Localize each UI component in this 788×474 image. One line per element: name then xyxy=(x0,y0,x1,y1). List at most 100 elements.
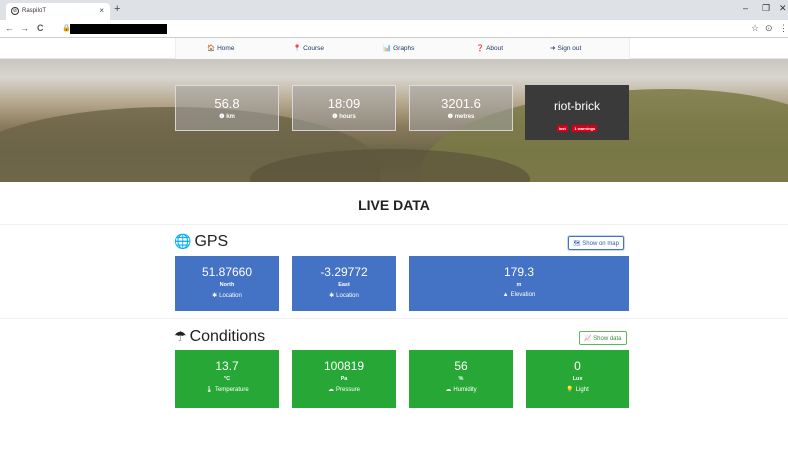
back-icon[interactable]: ← xyxy=(5,23,14,33)
elevation-unit: m xyxy=(516,282,522,288)
longitude-value: -3.29772 xyxy=(320,265,368,279)
nav-about-link[interactable]: ❓ About xyxy=(476,44,503,52)
light-label: 💡 Light xyxy=(566,387,589,393)
warnings-badge: 1 warnings xyxy=(572,125,598,132)
window-close-icon[interactable]: ✕ xyxy=(779,3,787,14)
nav-course-label: Course xyxy=(303,45,325,52)
ascent-stat: 3201.6 ❶ metres xyxy=(409,85,513,131)
show-on-map-label: Show on map xyxy=(582,241,619,247)
question-circle-icon: ❓ xyxy=(476,45,485,52)
duration-value: 18:09 xyxy=(327,96,361,111)
latitude-value: 51.87660 xyxy=(201,265,253,279)
light-value: 0 xyxy=(574,359,581,373)
longitude-card: -3.29772 East ✱ Location xyxy=(292,256,396,311)
navbar-inner: 🏠 Home 📍 Course 📊 Graphs ❓ About ➜ Sign out xyxy=(175,38,630,59)
tab-strip: ⊘ RaspiIoT × + – ❐ ✕ xyxy=(0,0,788,20)
location-icon: ✱ xyxy=(329,293,335,299)
tab-close-icon[interactable]: × xyxy=(99,6,104,15)
url-input[interactable] xyxy=(70,24,167,34)
bar-chart-icon: 📊 xyxy=(383,45,392,52)
browser-menu-icon[interactable]: ⋮ xyxy=(779,23,788,34)
pressure-value: 100819 xyxy=(323,359,365,373)
line-chart-icon: 📈 xyxy=(584,336,592,342)
mountain-icon: ▲ xyxy=(502,292,509,298)
latitude-card: 51.87660 North ✱ Location xyxy=(175,256,279,311)
map-marker-icon: 📍 xyxy=(293,45,302,52)
new-tab-icon[interactable]: + xyxy=(114,3,120,15)
cloud-icon: ☁ xyxy=(327,387,334,393)
distance-value: 56.8 xyxy=(214,96,240,111)
light-card: 0 Lux 💡 Light xyxy=(526,350,629,408)
longitude-unit: East xyxy=(338,282,350,288)
duration-unit: ❶ hours xyxy=(332,114,356,120)
home-icon: 🏠 xyxy=(207,45,216,52)
thermometer-icon: 🌡 xyxy=(205,387,213,393)
show-data-button[interactable]: 📈 Show data xyxy=(579,331,627,345)
browser-tab[interactable]: ⊘ RaspiIoT × xyxy=(6,3,110,20)
site-navbar: 🏠 Home 📍 Course 📊 Graphs ❓ About ➜ Sign out xyxy=(0,38,788,59)
temperature-unit: °C xyxy=(223,376,231,382)
nav-sign-out-link[interactable]: ➜ Sign out xyxy=(550,44,581,52)
latitude-label: ✱ Location xyxy=(212,293,242,299)
distance-unit: ❶ km xyxy=(219,114,235,120)
distance-info-icon: ❶ xyxy=(219,114,225,120)
temperature-label: 🌡 Temperature xyxy=(205,387,249,393)
live-data-title: LIVE DATA xyxy=(358,197,430,213)
lightbulb-icon: 💡 xyxy=(566,387,574,393)
conditions-heading: ☂ Conditions xyxy=(174,328,265,346)
ascent-unit: ❶ metres xyxy=(447,114,475,120)
pressure-unit: Pa xyxy=(340,376,348,382)
longitude-label: ✱ Location xyxy=(329,293,359,299)
gps-heading-label: GPS xyxy=(194,233,229,250)
nav-home-label: Home xyxy=(217,45,235,52)
humidity-value: 56 xyxy=(454,359,468,373)
light-unit: Lux xyxy=(572,376,583,382)
favicon-icon: ⊘ xyxy=(11,7,19,15)
forward-icon[interactable]: → xyxy=(20,23,29,33)
latitude-unit: North xyxy=(219,282,235,288)
temperature-value: 13.7 xyxy=(215,359,239,373)
device-name: riot-brick xyxy=(553,99,600,113)
ascent-info-icon: ❶ xyxy=(447,114,454,120)
elevation-card: 179.3 m ▲ Elevation xyxy=(409,256,629,311)
cloud-icon: ☁ xyxy=(445,387,452,393)
pressure-card: 100819 Pa ☁ Pressure xyxy=(292,350,396,408)
show-on-map-button[interactable]: 🗺 Show on map xyxy=(568,236,624,250)
show-data-label: Show data xyxy=(593,336,622,342)
location-icon: ✱ xyxy=(212,293,218,299)
temperature-card: 13.7 °C 🌡 Temperature xyxy=(175,350,279,408)
nav-graphs-label: Graphs xyxy=(393,45,415,52)
ascent-value: 3201.6 xyxy=(441,96,481,111)
nav-graphs-link[interactable]: 📊 Graphs xyxy=(383,44,414,52)
globe-icon: 🌐 xyxy=(174,233,192,249)
sign-out-icon: ➜ xyxy=(550,45,556,52)
bookmark-star-icon[interactable]: ☆ xyxy=(751,23,759,34)
humidity-label: ☁ Humidity xyxy=(445,387,477,393)
duration-stat: 18:09 ❶ hours xyxy=(292,85,396,131)
section-divider xyxy=(0,224,788,225)
conditions-heading-label: Conditions xyxy=(189,328,266,345)
distance-stat: 56.8 ❶ km xyxy=(175,85,279,131)
elevation-value: 179.3 xyxy=(503,265,535,279)
browser-window: ⊘ RaspiIoT × + – ❐ ✕ ← → C 🔒 ☆ ⊙ ⋮ 🏠 Home… xyxy=(0,0,788,474)
tab-title: RaspiIoT xyxy=(22,8,47,14)
nav-about-label: About xyxy=(486,45,504,52)
restore-icon[interactable]: ❐ xyxy=(762,3,770,14)
device-badges: lost 1 warnings xyxy=(525,117,629,135)
pressure-label: ☁ Pressure xyxy=(327,387,360,393)
umbrella-icon: ☂ xyxy=(174,328,187,344)
lost-badge: lost xyxy=(556,125,568,132)
section-divider xyxy=(0,318,788,319)
nav-home-link[interactable]: 🏠 Home xyxy=(207,44,234,52)
map-icon: 🗺 xyxy=(573,241,581,247)
reload-icon[interactable]: C xyxy=(37,23,44,33)
duration-info-icon: ❶ xyxy=(332,114,338,120)
minimize-icon[interactable]: – xyxy=(743,3,748,13)
nav-sign-out-label: Sign out xyxy=(557,45,582,52)
account-icon[interactable]: ⊙ xyxy=(765,23,773,34)
nav-course-link[interactable]: 📍 Course xyxy=(293,44,324,52)
device-card[interactable]: riot-brick lost 1 warnings xyxy=(525,85,629,140)
gps-heading: 🌐 GPS xyxy=(174,233,228,251)
address-bar-row: ← → C 🔒 ☆ ⊙ ⋮ xyxy=(0,20,788,38)
humidity-card: 56 % ☁ Humidity xyxy=(409,350,513,408)
